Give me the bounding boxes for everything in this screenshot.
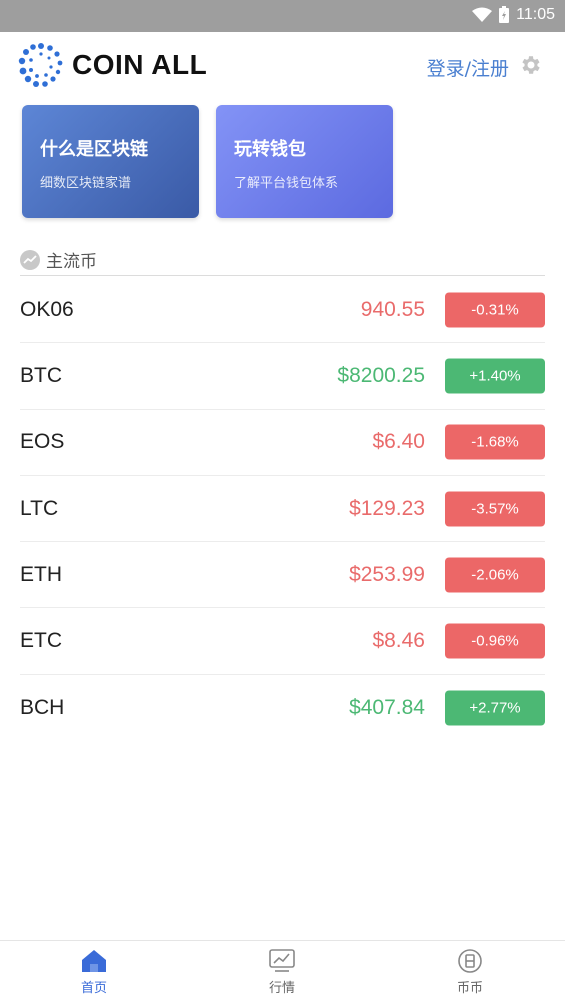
coin-row-eth[interactable]: ETH $253.99 -2.06%: [20, 542, 545, 609]
coin-price: $8.46: [372, 629, 425, 653]
change-badge: -3.57%: [445, 491, 545, 527]
wifi-icon: [472, 7, 493, 22]
app-header: COIN ALL 登录/注册: [0, 32, 565, 102]
section-header-mainstream: 主流币: [20, 244, 545, 276]
coin-row-btc[interactable]: BTC $8200.25 +1.40%: [20, 343, 545, 410]
promo-card-title: 什么是区块链: [40, 139, 148, 160]
coin-row-etc[interactable]: ETC $8.46 -0.96%: [20, 608, 545, 675]
coin-name: LTC: [20, 496, 59, 520]
promo-cards: 什么是区块链 细数区块链家谱 玩转钱包 了解平台钱包体系: [22, 105, 562, 220]
coin-name: ETC: [20, 629, 62, 653]
section-label: 主流币: [46, 252, 97, 272]
gear-icon[interactable]: [519, 53, 543, 77]
status-bar: 11:05: [0, 0, 565, 32]
tab-market[interactable]: 行情: [222, 949, 342, 996]
trend-icon: [20, 249, 40, 270]
coin-name: EOS: [20, 430, 65, 454]
coin-price: 940.55: [360, 297, 425, 321]
promo-card-blockchain[interactable]: 什么是区块链 细数区块链家谱: [22, 105, 199, 218]
coin-name: OK06: [20, 297, 74, 321]
login-register-link[interactable]: 登录/注册: [427, 54, 509, 81]
chart-icon: [269, 949, 295, 972]
coin-row-ltc[interactable]: LTC $129.23 -3.57%: [20, 476, 545, 543]
change-badge: +1.40%: [445, 358, 545, 394]
tab-label: 行情: [268, 981, 295, 996]
coin-price: $407.84: [349, 695, 425, 719]
coin-name: ETH: [20, 562, 62, 586]
coin-name: BCH: [20, 695, 65, 719]
change-badge: -0.96%: [445, 623, 545, 659]
tab-label: 币币: [456, 981, 483, 996]
tab-coin[interactable]: 币币: [410, 949, 530, 996]
promo-card-title: 玩转钱包: [234, 139, 306, 160]
change-badge: -1.68%: [445, 424, 545, 460]
coin-price: $253.99: [349, 562, 425, 586]
logo-text: COIN ALL: [72, 49, 208, 80]
coin-name: BTC: [20, 363, 62, 387]
status-time: 11:05: [516, 6, 555, 23]
coin-row-bch[interactable]: BCH $407.84 +2.77%: [20, 675, 545, 741]
coin-price: $129.23: [349, 496, 425, 520]
coin-row-eos[interactable]: EOS $6.40 -1.68%: [20, 410, 545, 476]
promo-card-wallet[interactable]: 玩转钱包 了解平台钱包体系: [216, 105, 393, 218]
bottom-tab-bar: 首页 行情 币币: [0, 940, 565, 1007]
change-badge: -0.31%: [445, 292, 545, 328]
promo-card-subtitle: 细数区块链家谱: [40, 176, 132, 191]
logo: COIN ALL: [18, 42, 207, 88]
coin-row-ok06[interactable]: OK06 940.55 -0.31%: [20, 277, 545, 344]
coin-price: $6.40: [372, 430, 425, 454]
promo-card-subtitle: 了解平台钱包体系: [234, 176, 339, 191]
coin-list: OK06 940.55 -0.31% BTC $8200.25 +1.40% E…: [20, 277, 545, 741]
tab-label: 首页: [80, 981, 107, 996]
home-icon: [82, 950, 106, 972]
change-badge: -2.06%: [445, 557, 545, 593]
coin-icon: [458, 949, 482, 973]
coin-price: $8200.25: [337, 363, 425, 387]
change-badge: +2.77%: [445, 690, 545, 726]
coin-all-logo-icon: [18, 43, 63, 87]
battery-icon: [499, 6, 510, 23]
tab-home[interactable]: 首页: [34, 949, 154, 996]
